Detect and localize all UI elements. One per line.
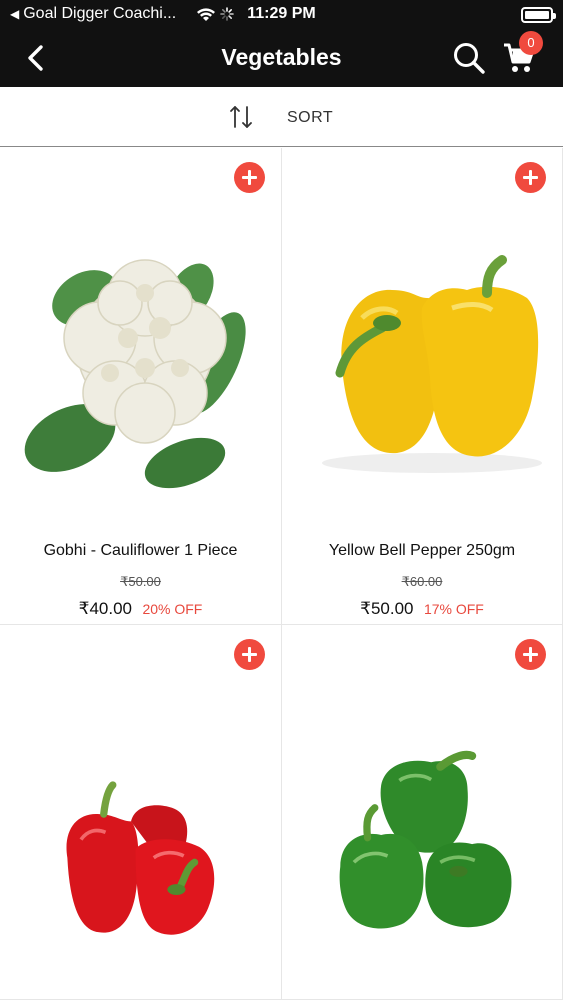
yellow-bell-pepper-image (322, 255, 542, 473)
sort-bar[interactable]: SORT (0, 87, 563, 147)
sale-price: ₹50.00 (360, 599, 414, 618)
navigation-bar: Vegetables 0 (0, 30, 563, 87)
sort-arrows-icon (230, 106, 252, 128)
product-card[interactable]: Yellow Bell Pepper 250gm ₹60.00 ₹50.00 1… (282, 148, 563, 625)
add-to-cart-button[interactable] (515, 162, 546, 193)
discount-label: 17% OFF (423, 601, 484, 617)
battery-icon (521, 7, 556, 23)
cart-count-badge: 0 (519, 31, 543, 55)
product-grid: Gobhi - Cauliflower 1 Piece ₹50.00 ₹40.0… (0, 148, 563, 1000)
product-name: Yellow Bell Pepper 250gm (328, 542, 516, 559)
red-bell-pepper-image (66, 781, 215, 935)
original-price: ₹60.00 (401, 574, 443, 589)
discount-label: 20% OFF (142, 601, 203, 617)
product-card[interactable]: Gobhi - Cauliflower 1 Piece ₹50.00 ₹40.0… (0, 148, 282, 625)
sale-price: ₹40.00 (78, 599, 132, 618)
status-bar: ◀ Goal Digger Coachi... 11:29 PM (0, 0, 563, 30)
price-line: ₹50.00 17% OFF (282, 599, 562, 619)
original-price: ₹50.00 (120, 574, 161, 589)
sort-label: SORT (287, 109, 334, 126)
price-line: ₹40.00 20% OFF (0, 599, 281, 619)
cauliflower-image (24, 259, 246, 489)
green-bell-pepper-image (339, 750, 512, 929)
add-to-cart-button[interactable] (234, 639, 265, 670)
search-icon[interactable] (452, 41, 486, 75)
add-to-cart-button[interactable] (515, 639, 546, 670)
status-time: 11:29 PM (247, 5, 316, 22)
product-name: Gobhi - Cauliflower 1 Piece (43, 542, 238, 559)
add-to-cart-button[interactable] (234, 162, 265, 193)
product-card[interactable] (282, 625, 563, 1000)
product-card[interactable] (0, 625, 282, 1000)
